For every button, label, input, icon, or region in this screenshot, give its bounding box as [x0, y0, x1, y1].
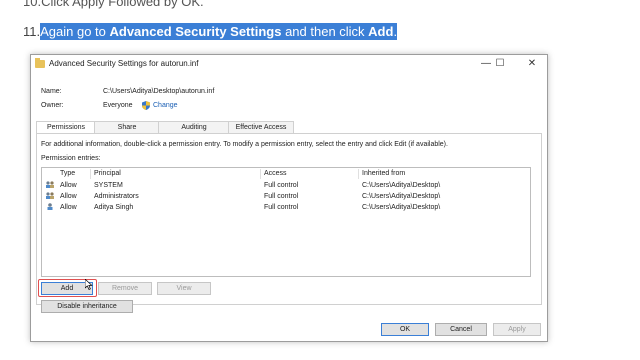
row-principal: Administrators	[94, 193, 139, 200]
row-principal: Aditya Singh	[94, 204, 134, 211]
advanced-security-dialog: Advanced Security Settings for autorun.i…	[30, 54, 548, 342]
step-instruction: 11.Again go to Advanced Security Setting…	[23, 23, 398, 40]
maximize-button[interactable]: ☐	[489, 57, 511, 71]
owner-value: Everyone	[103, 102, 133, 109]
row-type: Allow	[60, 204, 77, 211]
owner-label: Owner:	[41, 102, 64, 109]
title-bar[interactable]: Advanced Security Settings for autorun.i…	[31, 55, 547, 75]
column-header-type[interactable]: Type	[60, 170, 75, 177]
dialog-title: Advanced Security Settings for autorun.i…	[49, 59, 199, 68]
column-header-inherited-from[interactable]: Inherited from	[362, 170, 405, 177]
previous-step-text: 10.Click Apply Followed by OK.	[23, 0, 204, 9]
step-text-3: and then click	[281, 24, 369, 39]
row-access: Full control	[264, 182, 299, 189]
view-button[interactable]: View	[157, 282, 211, 295]
disable-inheritance-button[interactable]: Disable inheritance	[41, 300, 133, 313]
name-label: Name:	[41, 88, 62, 95]
row-inherited-from: C:\Users\Aditya\Desktop\	[362, 193, 441, 200]
tab-effective-access[interactable]: Effective Access	[228, 121, 294, 133]
permission-entries-list[interactable]: Type Principal Access Inherited from All…	[41, 167, 531, 277]
row-access: Full control	[264, 204, 299, 211]
step-text-5: .	[393, 24, 398, 39]
users-icon	[46, 192, 54, 199]
column-divider	[260, 169, 261, 179]
name-value: C:\Users\Aditya\Desktop\autorun.inf	[103, 88, 215, 95]
permission-entries-label: Permission entries:	[41, 155, 101, 162]
remove-button[interactable]: Remove	[98, 282, 152, 295]
row-inherited-from: C:\Users\Aditya\Desktop\	[362, 182, 441, 189]
column-divider	[358, 169, 359, 179]
row-type: Allow	[60, 182, 77, 189]
users-icon	[46, 181, 54, 188]
row-principal: SYSTEM	[94, 182, 123, 189]
step-text-4: Add	[368, 24, 394, 39]
column-header-access[interactable]: Access	[264, 170, 287, 177]
step-number: 11.	[23, 24, 41, 39]
row-access: Full control	[264, 193, 299, 200]
tab-share[interactable]: Share	[94, 121, 160, 133]
user-icon	[47, 203, 53, 210]
ok-button[interactable]: OK	[381, 323, 429, 336]
cancel-button[interactable]: Cancel	[435, 323, 487, 336]
mouse-cursor-icon	[85, 279, 93, 290]
step-text-1: Again go to	[40, 24, 110, 39]
step-text-2: Advanced Security Settings	[109, 24, 282, 39]
apply-button[interactable]: Apply	[493, 323, 541, 336]
column-header-principal[interactable]: Principal	[94, 170, 121, 177]
info-text: For additional information, double-click…	[41, 141, 448, 148]
shield-icon	[142, 101, 150, 110]
highlighted-instruction: Again go to Advanced Security Settings a…	[40, 23, 398, 40]
row-type: Allow	[60, 193, 77, 200]
column-divider	[90, 169, 91, 179]
tab-auditing[interactable]: Auditing	[158, 121, 230, 133]
folder-icon	[35, 58, 45, 68]
close-button[interactable]: ✕	[521, 57, 543, 71]
row-inherited-from: C:\Users\Aditya\Desktop\	[362, 204, 441, 211]
change-owner-link[interactable]: Change	[153, 102, 178, 109]
